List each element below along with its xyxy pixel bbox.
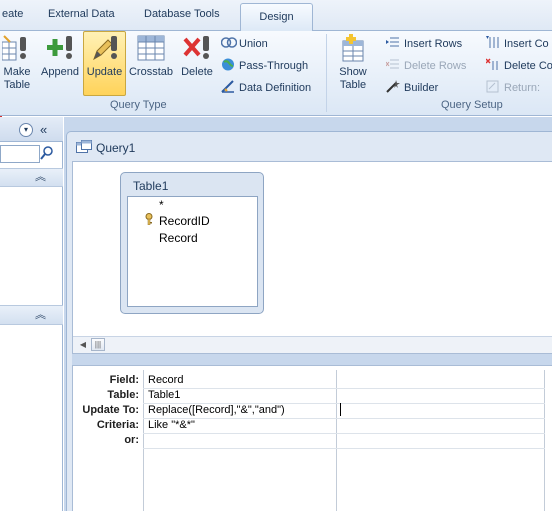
union-label: Union [239, 38, 268, 50]
return-label: Return: [504, 82, 541, 94]
tab-external-data[interactable]: External Data [48, 8, 115, 20]
data-definition-icon [221, 80, 235, 93]
update-label: Update [86, 66, 123, 78]
append-label: Append [41, 66, 79, 78]
grid-cell-update-to[interactable]: Replace([Record],"&","and") [148, 404, 285, 416]
grid-row-label-update-to: Update To: [82, 404, 139, 416]
delete-rows-button[interactable]: Delete Rows [385, 58, 467, 72]
query-type-group-label: Query Type [110, 99, 167, 111]
grid-cell-field[interactable]: Record [148, 374, 183, 386]
tab-create[interactable]: eate [2, 8, 23, 20]
delete-query-button[interactable]: Delete [177, 33, 217, 78]
make-table-icon [1, 33, 32, 63]
delete-label: Delete [181, 66, 213, 78]
delete-x-icon [182, 33, 212, 63]
pane-splitter[interactable] [72, 354, 552, 365]
delete-columns-button[interactable]: Delete Co [485, 58, 552, 72]
update-button-content[interactable]: Update [83, 33, 126, 78]
show-table-button[interactable]: Show Table [332, 33, 374, 92]
query-setup-group-label: Query Setup [441, 99, 503, 111]
make-table-label: Make Table [3, 66, 31, 91]
show-table-label: Show Table [339, 66, 367, 91]
grid-column-2[interactable] [337, 370, 545, 511]
search-icon[interactable] [40, 145, 54, 164]
delete-rows-icon [385, 58, 400, 71]
pass-through-button[interactable]: Pass-Through [221, 58, 308, 72]
scroll-thumb[interactable]: ||| [91, 338, 105, 351]
collapse-group-icon[interactable]: ︽ [35, 168, 46, 184]
globe-icon [221, 58, 235, 71]
table-field-list-title[interactable]: Table1 [133, 179, 168, 193]
tab-design[interactable]: Design [240, 3, 313, 32]
grid-row-label-field: Field: [109, 374, 139, 386]
insert-columns-button[interactable]: Insert Co [486, 36, 549, 50]
delete-columns-icon [485, 58, 500, 71]
field-record-id[interactable]: RecordID [159, 214, 210, 228]
grid-cell-table[interactable]: Table1 [148, 389, 180, 401]
nav-menu-chevron-icon[interactable]: ▾ [19, 123, 33, 137]
primary-key-icon [144, 213, 154, 228]
collapse-group-icon-2[interactable]: ︽ [35, 306, 46, 322]
return-icon [486, 80, 500, 93]
shutter-bar-collapse-icon[interactable]: « [40, 122, 47, 137]
grid-row-divider [143, 448, 545, 449]
pass-through-label: Pass-Through [239, 60, 309, 72]
union-rings-icon [220, 36, 238, 49]
builder-wand-icon [386, 80, 400, 93]
builder-label: Builder [404, 82, 439, 94]
grid-row-label-or: or: [124, 434, 139, 446]
document-tab-title[interactable]: Query1 [96, 141, 135, 155]
field-record[interactable]: Record [159, 231, 198, 245]
field-all-columns[interactable]: * [159, 198, 164, 212]
grid-row-label-table: Table: [107, 389, 139, 401]
append-button[interactable]: Append [38, 33, 82, 78]
insert-rows-icon [386, 36, 400, 49]
horizontal-scrollbar[interactable] [73, 336, 552, 353]
show-table-icon [338, 33, 368, 63]
grid-row-divider [143, 418, 545, 419]
data-definition-label: Data Definition [239, 82, 312, 94]
crosstab-grid-icon [136, 33, 166, 63]
crosstab-label: Crosstab [128, 66, 174, 78]
append-icon [45, 33, 75, 63]
insert-rows-label: Insert Rows [404, 38, 463, 50]
crosstab-button[interactable]: Crosstab [127, 33, 175, 78]
update-pencil-icon [90, 33, 120, 63]
builder-button[interactable]: Builder [386, 80, 438, 94]
grid-row-divider [143, 388, 545, 389]
nav-group-header-2[interactable] [0, 305, 63, 325]
return-dropdown[interactable]: Return: [486, 80, 540, 94]
make-table-button[interactable]: Make Table [0, 33, 34, 92]
insert-columns-label: Insert Co [504, 38, 549, 50]
tab-database-tools[interactable]: Database Tools [144, 8, 220, 20]
nav-group-header[interactable] [0, 168, 63, 187]
union-button[interactable]: Union [220, 36, 268, 50]
grid-row-label-criteria: Criteria: [96, 419, 139, 431]
text-cursor [340, 403, 341, 416]
insert-rows-button[interactable]: Insert Rows [386, 36, 462, 50]
delete-columns-label: Delete Co [504, 60, 552, 72]
query-design-icon [76, 140, 92, 157]
nav-search-input[interactable] [0, 145, 40, 163]
grid-row-divider [143, 433, 545, 434]
insert-columns-icon [486, 36, 500, 49]
data-definition-button[interactable]: Data Definition [221, 80, 311, 94]
ribbon-separator [326, 34, 327, 112]
delete-rows-label: Delete Rows [404, 60, 467, 72]
scroll-left-arrow-icon[interactable]: ◀ [76, 338, 90, 351]
grid-cell-criteria[interactable]: Like "*&*" [148, 419, 195, 431]
